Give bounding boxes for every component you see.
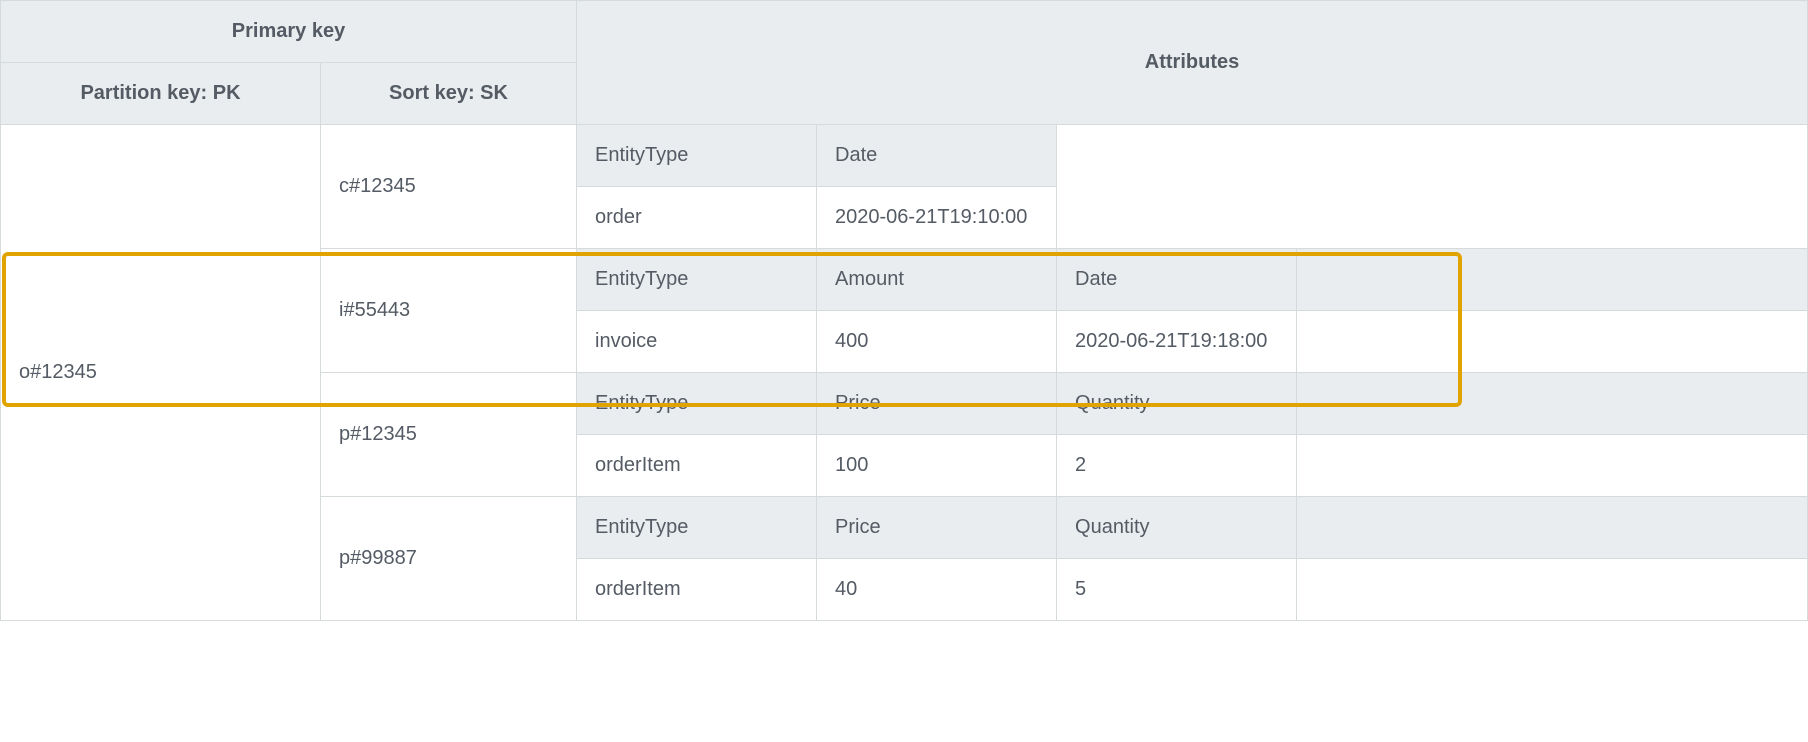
attr-name: EntityType [577,373,817,435]
attr-name: Price [817,497,1057,559]
attr-value-empty [1297,559,1808,621]
attr-value: orderItem [577,559,817,621]
sort-key-value: p#99887 [321,497,577,621]
header-primary-key: Primary key [1,1,577,63]
attr-name: Amount [817,249,1057,311]
sort-key-value: c#12345 [321,125,577,249]
attr-name-empty [1297,249,1808,311]
attr-value-empty [1297,311,1808,373]
attr-name-empty [1297,497,1808,559]
attr-name: EntityType [577,497,817,559]
attr-name [1057,125,1808,187]
dynamodb-table: Primary key Attributes Partition key: PK… [0,0,1808,621]
attr-value: 100 [817,435,1057,497]
attr-value: 2020-06-21T19:10:00 [817,187,1057,249]
attr-value: 40 [817,559,1057,621]
attr-value: 2 [1057,435,1297,497]
header-attributes: Attributes [577,1,1808,125]
attr-value: 2020-06-21T19:18:00 [1057,311,1297,373]
attr-name: Date [817,125,1057,187]
sort-key-value: p#12345 [321,373,577,497]
partition-key-value: o#12345 [1,125,321,621]
attr-value: invoice [577,311,817,373]
attr-name: EntityType [577,249,817,311]
attr-name: Price [817,373,1057,435]
attr-value: 5 [1057,559,1297,621]
attr-name: Quantity [1057,373,1297,435]
attr-name: EntityType [577,125,817,187]
header-partition-key: Partition key: PK [1,63,321,125]
attr-value: 400 [817,311,1057,373]
sort-key-value: i#55443 [321,249,577,373]
attr-value: orderItem [577,435,817,497]
attr-value-empty [1297,435,1808,497]
attr-name-empty [1297,373,1808,435]
header-sort-key: Sort key: SK [321,63,577,125]
attr-value: order [577,187,817,249]
attr-value [1057,187,1808,249]
attr-name: Quantity [1057,497,1297,559]
attr-name: Date [1057,249,1297,311]
